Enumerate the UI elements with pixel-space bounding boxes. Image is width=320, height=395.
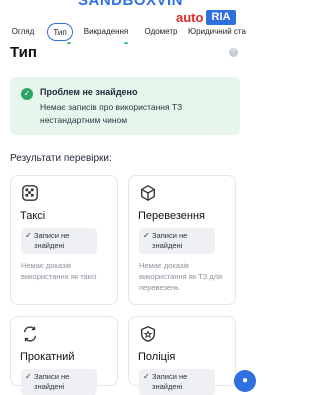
card-description: Немає доказів використання як ТЗ для пер…: [139, 261, 223, 292]
status-text: Записи не знайдені: [152, 231, 188, 250]
tab-status-dot: [124, 42, 128, 44]
check-circle-icon: ✓: [21, 88, 33, 100]
check-icon: ✓: [143, 231, 150, 240]
status-text: Записи не знайдені: [152, 372, 188, 391]
result-card-transportation: Перевезення ✓ Записи не знайдені Немає д…: [128, 175, 236, 305]
section-title: Результати перевірки:: [10, 153, 112, 164]
rental-icon: [23, 326, 37, 342]
tab-label: Юридичний ста: [188, 27, 246, 36]
tab-type[interactable]: Тип: [47, 23, 73, 41]
status-chip: ✓ Записи не знайдені: [21, 369, 97, 395]
box-icon: [141, 185, 155, 201]
status-text: Записи не знайдені: [34, 372, 70, 391]
card-title: Перевезення: [138, 210, 205, 222]
tab-legal-status[interactable]: Юридичний ста: [188, 23, 250, 41]
page-title: Тип: [10, 44, 37, 61]
result-card-taxi: Таксі ✓ Записи не знайдені Немає доказів…: [10, 175, 118, 305]
alert-text: Немає записів про використання ТЗ нестан…: [40, 102, 183, 125]
card-title: Поліція: [138, 351, 176, 363]
status-text: Записи не знайдені: [34, 231, 70, 250]
tab-label: Одометр: [144, 27, 178, 36]
alert-title: Проблем не знайдено: [40, 87, 138, 97]
success-alert: ✓ Проблем не знайдено Немає записів про …: [10, 77, 240, 135]
chat-icon: ●: [241, 375, 249, 386]
tab-bar: Огляд Тип Викрадення Одометр Юридичний с…: [0, 18, 250, 44]
tab-overview[interactable]: Огляд: [4, 23, 42, 41]
police-badge-icon: [141, 326, 155, 342]
taxi-icon: [22, 185, 38, 201]
result-card-rental: Прокатний ✓ Записи не знайдені: [10, 316, 118, 395]
tab-status-dot: [67, 42, 71, 44]
help-icon[interactable]: ?: [229, 48, 238, 57]
result-card-police: Поліція ✓ Записи не знайдені: [128, 316, 236, 395]
tab-theft[interactable]: Викрадення: [80, 23, 132, 41]
top-bar: SANDBOXVIN auto RIA: [0, 0, 250, 27]
status-chip: ✓ Записи не знайдені: [139, 228, 215, 254]
tab-label: Огляд: [11, 27, 35, 36]
card-title: Прокатний: [20, 351, 75, 363]
status-chip: ✓ Записи не знайдені: [21, 228, 97, 254]
card-description: Немає доказів використання як таксі: [21, 261, 97, 281]
header-brand-partial: SANDBOXVIN: [78, 0, 184, 9]
chat-button[interactable]: ●: [234, 370, 256, 392]
tab-odometer[interactable]: Одометр: [139, 23, 183, 41]
tab-label: Тип: [53, 28, 67, 37]
tab-label: Викрадення: [83, 27, 129, 36]
check-icon: ✓: [25, 231, 32, 240]
card-title: Таксі: [20, 210, 46, 222]
status-chip: ✓ Записи не знайдені: [139, 369, 215, 395]
